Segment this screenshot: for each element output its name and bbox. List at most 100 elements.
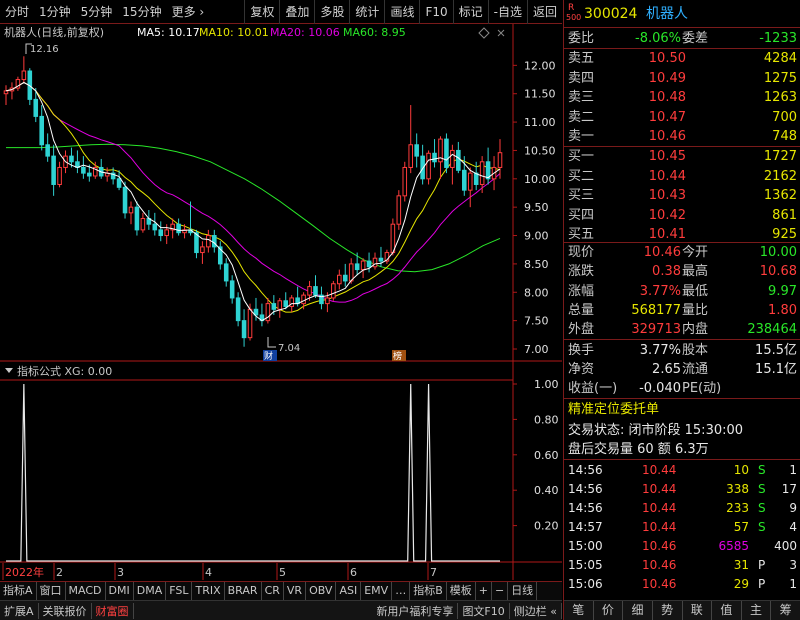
panel-tab[interactable]: 价 [594, 601, 624, 620]
stat-label: 换手 [568, 343, 595, 358]
candle-body [164, 229, 169, 237]
trade-row[interactable]: 14:57 10.44 57 S 4 [564, 518, 800, 536]
settings-icon[interactable] [497, 29, 505, 37]
tab-12[interactable]: EMV [361, 582, 393, 600]
ask-row[interactable]: 卖一 10.46 748 [564, 127, 800, 146]
tab-4[interactable]: DMA [134, 582, 167, 600]
candle-body [45, 144, 50, 157]
toolbar-right-7[interactable]: -自选 [487, 0, 527, 24]
toolbar-right-5[interactable]: F10 [419, 0, 452, 24]
toolbar-left-2[interactable]: 5分钟 [76, 0, 118, 24]
bid-price: 10.42 [648, 207, 686, 223]
tab-15[interactable]: 模板 [447, 582, 476, 600]
panel-tab[interactable]: 联 [683, 601, 713, 620]
toolbar-right-0[interactable]: 复权 [244, 0, 279, 24]
tab-3[interactable]: DMI [106, 582, 134, 600]
tab-13[interactable]: … [392, 582, 411, 600]
trade-row[interactable]: 14:56 10.44 233 S 9 [564, 499, 800, 517]
ask-row[interactable]: 卖四 10.49 1275 [564, 69, 800, 88]
price-tick-label: 10.50 [524, 144, 556, 157]
kline-chart[interactable]: 12.00 11.50 11.00 10.50 10.00 9.50 9.00 8.50 8.0… [0, 24, 562, 580]
tab-7[interactable]: BRAR [225, 582, 262, 600]
precise-title-row[interactable]: 精准定位委托单 [564, 400, 800, 419]
bid-row[interactable]: 买一 10.45 1727 [564, 147, 800, 166]
candle-body [450, 149, 455, 168]
trade-row[interactable]: 15:05 10.46 31 P 3 [564, 556, 800, 574]
status-right-1[interactable]: 图文F10 [458, 602, 510, 619]
tab-8[interactable]: CR [262, 582, 284, 600]
toolbar-right-3[interactable]: 统计 [349, 0, 384, 24]
logo-sub: 500 [566, 13, 582, 22]
tab-5[interactable]: FSL [166, 582, 193, 600]
precise-title[interactable]: 精准定位委托单 [568, 400, 659, 419]
tab-9[interactable]: VR [284, 582, 307, 600]
tab-14[interactable]: 指标B [410, 582, 447, 600]
tab-6[interactable]: TRIX [192, 582, 225, 600]
tab-18[interactable]: 日线 [508, 582, 538, 600]
quote-value: 329713 [631, 322, 681, 338]
toolbar-left-1[interactable]: 1分钟 [34, 0, 76, 24]
status-left-2[interactable]: 财富圈 [92, 602, 134, 619]
indicator-header[interactable]: 指标公式 XG: 0.00 [5, 364, 112, 378]
price-tick-label: 11.50 [524, 88, 556, 101]
candle-body [134, 206, 140, 231]
tab-10[interactable]: OBV [306, 582, 337, 600]
trade-count: 4 [789, 520, 797, 534]
stat-value: -0.040 [639, 381, 681, 396]
bid-volume: 1727 [763, 149, 797, 164]
panel-tab[interactable]: 值 [712, 601, 742, 620]
ma20-layer [5, 81, 501, 303]
candle-body [426, 152, 431, 180]
panel-tab[interactable]: 细 [623, 601, 653, 620]
tab-1[interactable]: 窗口 [37, 582, 66, 600]
panel-tab[interactable]: 笔 [564, 601, 594, 620]
toolbar-right-4[interactable]: 画线 [384, 0, 419, 24]
trade-time: 15:05 [568, 558, 603, 572]
ask-volume: 1275 [763, 70, 797, 86]
status-right-2[interactable]: 侧边栏 « [510, 602, 562, 619]
tab-11[interactable]: ASI [336, 582, 362, 600]
ask-label: 卖二 [568, 109, 595, 125]
ind-tick-label: 0.20 [534, 520, 559, 533]
badge-finance[interactable]: 财 [263, 350, 277, 362]
trade-count: 1 [789, 577, 797, 591]
status-left-1[interactable]: 关联报价 [39, 602, 92, 619]
tab-17[interactable]: − [492, 582, 509, 600]
candle-body [467, 172, 473, 191]
ask-row[interactable]: 卖五 10.50 4284 [564, 49, 800, 68]
panel-tab[interactable]: 筹 [771, 601, 800, 620]
bid-row[interactable]: 买三 10.43 1362 [564, 186, 800, 205]
badge-rank[interactable]: 榜 [392, 350, 406, 362]
diamond-icon[interactable] [478, 27, 490, 39]
candle-body [378, 257, 384, 262]
bid-row[interactable]: 买四 10.42 861 [564, 206, 800, 225]
tab-0[interactable]: 指标A [0, 582, 37, 600]
trade-row[interactable]: 14:56 10.44 338 S 17 [564, 480, 800, 498]
toolbar-right-6[interactable]: 标记 [452, 0, 488, 24]
candle-body [342, 274, 348, 282]
status-left-0[interactable]: 扩展A [0, 602, 39, 619]
ask-row[interactable]: 卖三 10.48 1263 [564, 88, 800, 107]
panel-tab[interactable]: 主 [742, 601, 772, 620]
dropdown-icon[interactable] [5, 368, 13, 373]
candle-body [241, 320, 247, 339]
candle-body [152, 223, 158, 231]
ask-price: 10.46 [648, 129, 686, 144]
bid-row[interactable]: 买二 10.44 2162 [564, 167, 800, 186]
ask-row[interactable]: 卖二 10.47 700 [564, 108, 800, 127]
toolbar-left-4[interactable]: 更多 › [167, 0, 210, 24]
toolbar-left-0[interactable]: 分时 [0, 0, 34, 24]
trade-row[interactable]: 14:56 10.44 10 S 1 [564, 461, 800, 479]
quote-row: 现价 10.46 今开 10.00 [564, 243, 800, 262]
tab-16[interactable]: + [476, 582, 492, 600]
panel-tab[interactable]: 势 [653, 601, 683, 620]
toolbar-right-8[interactable]: 返回 [526, 0, 562, 24]
tab-2[interactable]: MACD [66, 582, 106, 600]
toolbar-right-1[interactable]: 叠加 [279, 0, 314, 24]
toolbar-right-2[interactable]: 多股 [314, 0, 349, 24]
trade-row[interactable]: 15:06 10.46 29 P 1 [564, 575, 800, 593]
trade-row[interactable]: 15:00 10.46 6585 400 [564, 537, 800, 555]
status-right-0[interactable]: 新用户福利专享 [372, 602, 459, 619]
candle-body [140, 218, 146, 231]
toolbar-left-3[interactable]: 15分钟 [117, 0, 166, 24]
